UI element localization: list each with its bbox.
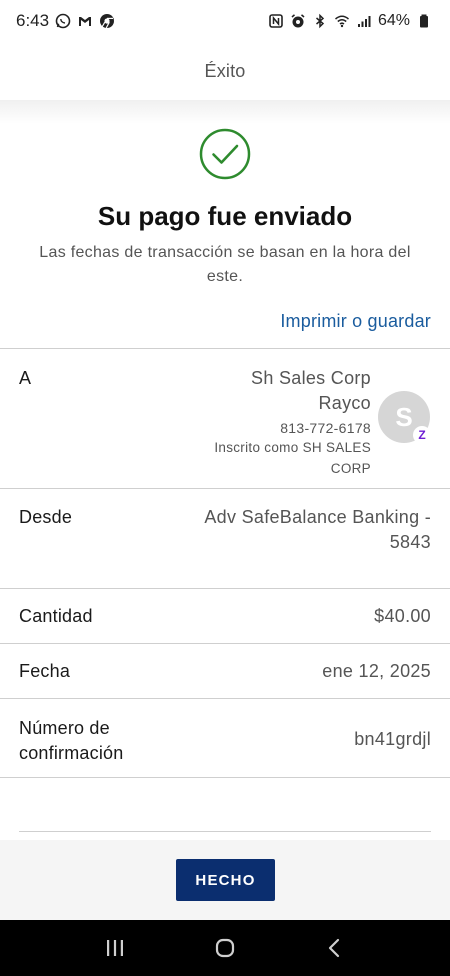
amount-label: Cantidad [19, 606, 93, 626]
recipient-phone: 813-772-6178 [280, 420, 371, 436]
status-right: 64% [268, 12, 432, 30]
confirmation-value: bn41grdjl [354, 729, 431, 749]
confirmation-label-line1: Número de [19, 718, 110, 738]
from-account-number: 5843 [389, 532, 431, 552]
page-title: Éxito [204, 60, 246, 81]
divider [0, 643, 450, 644]
home-icon [215, 938, 235, 958]
recipient-name: Sh Sales Corp [251, 368, 371, 388]
zelle-badge-glyph: Z [418, 428, 426, 442]
divider [0, 488, 450, 489]
chrome-icon [99, 13, 115, 29]
recipient-label: A [19, 368, 32, 388]
bluetooth-icon [312, 13, 328, 29]
battery-percent: 64% [377, 12, 410, 29]
header-shadow [0, 100, 450, 124]
recent-apps-button[interactable] [95, 928, 135, 968]
signal-icon [356, 13, 372, 29]
app-header: Éxito [0, 42, 450, 100]
recipient-contact-name: Rayco [318, 393, 371, 413]
whatsapp-icon [55, 13, 71, 29]
battery-icon [416, 13, 432, 29]
date-label: Fecha [19, 661, 71, 681]
status-time: 6:43 [16, 11, 50, 30]
divider [0, 698, 450, 699]
confirmation-label-line2: confirmación [19, 743, 124, 763]
status-bar: 6:43 64% [0, 0, 450, 42]
print-or-save-link[interactable]: Imprimir o guardar [280, 311, 431, 332]
from-account-name: Adv SafeBalance Banking - [204, 507, 431, 527]
navigation-bar [0, 920, 450, 976]
recipient-enrolled-line2: CORP [330, 461, 371, 476]
done-button[interactable]: HECHO [176, 859, 275, 901]
divider [0, 777, 450, 778]
success-subtitle: Las fechas de transacción se basan en la… [39, 244, 411, 285]
gmail-icon [77, 13, 93, 29]
amount-value: $40.00 [374, 606, 431, 626]
zelle-badge-icon: Z [413, 426, 431, 444]
back-icon [328, 938, 340, 958]
divider [0, 588, 450, 589]
avatar-initial: S [395, 401, 413, 432]
status-left: 6:43 [16, 11, 115, 31]
back-button[interactable] [315, 928, 355, 968]
divider [19, 831, 431, 832]
check-circle-icon [199, 128, 251, 180]
recipient-enrolled-line1: Inscrito como SH SALES [214, 440, 371, 455]
success-title: Su pago fue enviado [97, 201, 353, 231]
recipient-details: Sh Sales Corp Rayco 813-772-6178 Inscrit… [151, 366, 371, 478]
confirmation-label: Número de confirmación [19, 716, 123, 766]
home-button[interactable] [205, 928, 245, 968]
divider [0, 348, 450, 349]
nfc-icon [268, 13, 284, 29]
from-label: Desde [19, 507, 73, 527]
alarm-icon [290, 13, 306, 29]
recent-apps-icon [107, 940, 123, 956]
date-value: ene 12, 2025 [322, 661, 431, 681]
from-value: Adv SafeBalance Banking - 5843 [171, 505, 431, 555]
wifi-icon [334, 13, 350, 29]
